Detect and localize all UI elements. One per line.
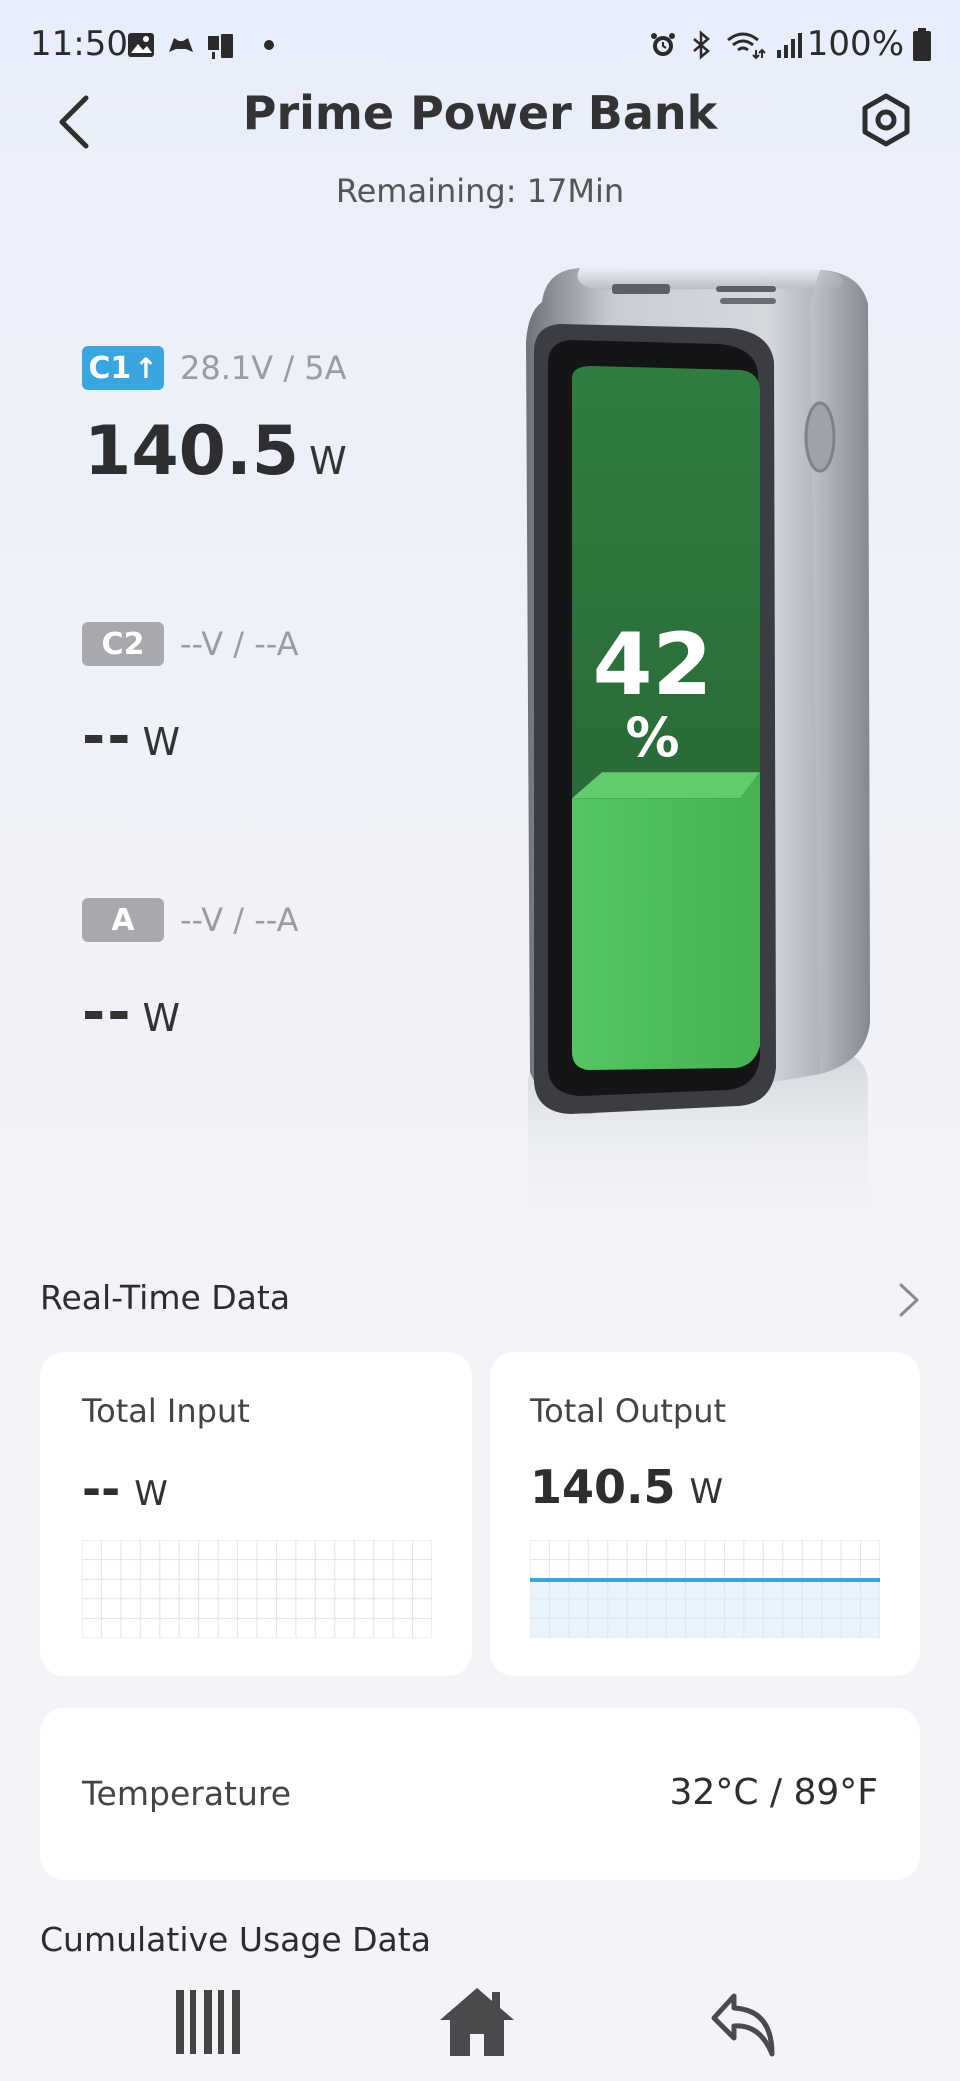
port-c2-power-row: -- W	[82, 704, 180, 769]
total-output-value-row: 140.5 W	[530, 1460, 723, 1514]
battery-fill-surface	[572, 772, 760, 799]
battery-fill-level	[572, 772, 760, 1070]
status-time: 11:50	[30, 24, 128, 64]
game-controller-icon	[169, 38, 193, 52]
signal-icon	[777, 33, 802, 58]
port-a-badge-label: A	[111, 902, 135, 938]
battery-percent: 100%	[806, 24, 904, 64]
port-c1-badge-label: C1	[88, 350, 132, 386]
port-c1-power-row: 140.5 W	[84, 412, 347, 491]
port-a-spec: --V / --A	[180, 901, 299, 939]
bluetooth-icon	[693, 30, 710, 60]
total-output-value: 140.5	[530, 1460, 676, 1514]
port-c1-badge: C1 ↑	[82, 346, 164, 390]
usb-c-port-2-icon	[720, 298, 776, 304]
usb-a-port-icon	[612, 284, 670, 294]
remaining-time: Remaining: 17Min	[335, 172, 625, 210]
total-output-card[interactable]: Total Output 140.5 W	[490, 1352, 920, 1676]
port-c2-power: --	[82, 704, 133, 769]
gallery-icon	[128, 33, 154, 57]
total-output-unit: W	[689, 1472, 724, 1512]
port-c1-spec: 28.1V / 5A	[180, 349, 347, 387]
status-bar: 11:50 100%	[0, 0, 960, 90]
temperature-card: Temperature 32°C / 89°F	[40, 1708, 920, 1880]
port-c2: C2 --V / --A	[82, 622, 299, 666]
temperature-label: Temperature	[82, 1774, 292, 1813]
settings-icon[interactable]	[858, 92, 914, 148]
battery-level-value: 42	[592, 615, 713, 715]
port-c1: C1 ↑ 28.1V / 5A	[82, 346, 347, 390]
battery-level-readout: 42 %	[570, 620, 735, 766]
battery-icon	[913, 28, 931, 61]
total-input-value-row: -- W	[82, 1462, 168, 1516]
device-icon	[208, 32, 235, 60]
home-icon[interactable]	[438, 1984, 516, 2060]
total-input-label: Total Input	[82, 1392, 250, 1430]
total-input-value: --	[82, 1462, 121, 1516]
total-output-label: Total Output	[530, 1392, 727, 1430]
port-a: A --V / --A	[82, 898, 299, 942]
port-c2-badge-label: C2	[101, 626, 145, 662]
power-button-icon	[804, 401, 836, 473]
total-input-sparkline	[82, 1540, 432, 1638]
port-c2-badge: C2	[82, 622, 164, 666]
chevron-right-icon[interactable]	[896, 1280, 922, 1320]
temperature-value: 32°C / 89°F	[669, 1772, 878, 1813]
port-c1-power: 140.5	[84, 412, 300, 491]
port-a-badge: A	[82, 898, 164, 942]
port-a-power-row: -- W	[82, 980, 180, 1045]
port-c2-spec: --V / --A	[180, 625, 299, 663]
total-input-grid	[82, 1540, 432, 1638]
recents-icon[interactable]	[174, 1984, 244, 2060]
charging-out-arrow-icon: ↑	[134, 351, 158, 385]
total-input-card[interactable]: Total Input -- W	[40, 1352, 472, 1676]
port-c2-unit: W	[142, 720, 181, 764]
alarm-icon	[651, 33, 675, 56]
dot-icon	[264, 40, 274, 50]
wifi-6e-icon	[727, 32, 766, 60]
total-input-unit: W	[134, 1474, 168, 1514]
total-output-sparkline	[530, 1540, 880, 1638]
back-icon[interactable]	[710, 1984, 780, 2060]
cumulative-usage-title[interactable]: Cumulative Usage Data	[40, 1920, 431, 1959]
page-title: Prime Power Bank	[242, 86, 718, 140]
device-side-face	[810, 270, 870, 1074]
realtime-section-title[interactable]: Real-Time Data	[40, 1278, 290, 1317]
usb-c-port-icon	[716, 286, 776, 292]
port-c1-unit: W	[309, 439, 347, 483]
port-a-power: --	[82, 980, 133, 1045]
battery-level-percent-sign: %	[625, 706, 680, 769]
port-a-unit: W	[142, 996, 181, 1040]
